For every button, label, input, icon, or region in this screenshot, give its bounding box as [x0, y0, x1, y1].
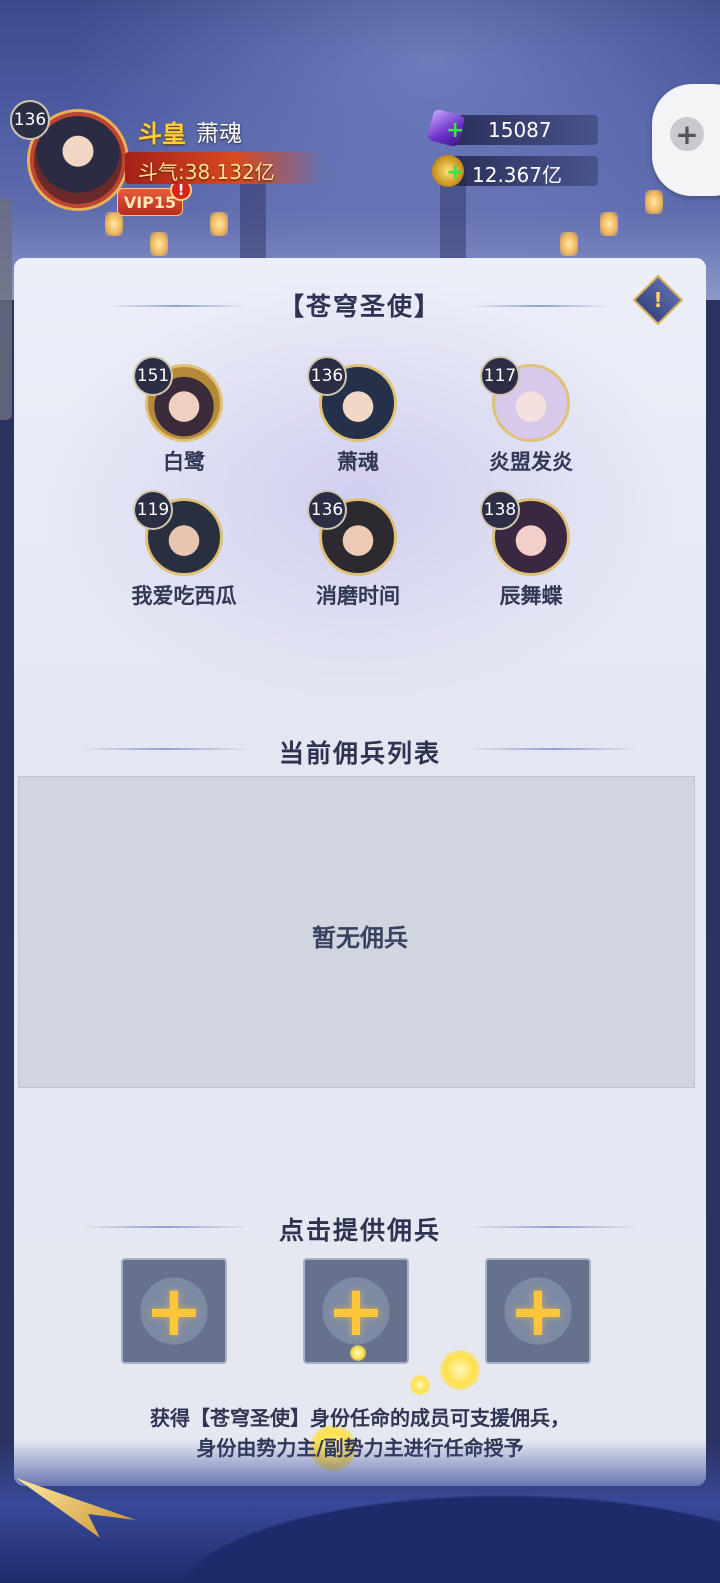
player-power: 斗气:38.132亿: [138, 160, 275, 184]
sparkle-effect: [440, 1350, 480, 1390]
player-name: 萧魂: [196, 121, 242, 147]
member-level-badge: 136: [307, 490, 347, 530]
add-gold-icon[interactable]: +: [446, 160, 464, 185]
player-level-badge: 136: [10, 100, 50, 140]
provide-slot-3[interactable]: +: [485, 1258, 591, 1364]
member-name: 萧魂: [337, 450, 379, 474]
plus-icon: +: [508, 1270, 568, 1352]
exclamation-diamond-icon: !: [653, 288, 663, 312]
provide-slot-1[interactable]: +: [121, 1258, 227, 1364]
member-level-badge: 138: [480, 490, 520, 530]
sparkle-effect: [410, 1375, 430, 1395]
member-name: 炎盟发炎: [489, 450, 573, 474]
member-name: 白鹭: [163, 450, 205, 474]
member-level-badge: 119: [133, 490, 173, 530]
mercenary-list-title: 当前佣兵列表: [278, 739, 441, 768]
player-rank: 斗皇: [138, 120, 186, 148]
provide-mercenary-title: 点击提供佣兵: [278, 1216, 441, 1245]
member-card[interactable]: 151 白鹭: [99, 356, 269, 486]
panel-title: 【苍穹圣使】: [278, 292, 441, 321]
member-card[interactable]: 119 我爱吃西瓜: [99, 490, 269, 620]
member-name: 消磨时间: [316, 584, 400, 608]
member-card[interactable]: 136 消磨时间: [273, 490, 443, 620]
member-card[interactable]: 117 炎盟发炎: [446, 356, 616, 486]
gold-count: 12.367亿: [472, 163, 562, 187]
gamepad-icon: +: [670, 117, 704, 151]
member-name: 我爱吃西瓜: [131, 584, 237, 608]
plus-icon: +: [144, 1270, 204, 1352]
add-gems-icon[interactable]: +: [446, 118, 464, 143]
gem-count: 15087: [488, 118, 552, 142]
footer-note-line1: 获得【苍穹圣使】身份任命的成员可支援佣兵，: [150, 1406, 570, 1430]
member-card[interactable]: 138 辰舞蝶: [446, 490, 616, 620]
empty-mercenary-text: 暂无佣兵: [312, 924, 408, 952]
sparkle-effect: [350, 1345, 366, 1361]
gamepad-float-button[interactable]: +: [652, 84, 720, 196]
member-level-badge: 136: [307, 356, 347, 396]
member-level-badge: 117: [480, 356, 520, 396]
member-name: 辰舞蝶: [499, 584, 563, 608]
member-level-badge: 151: [133, 356, 173, 396]
member-card[interactable]: 136 萧魂: [273, 356, 443, 486]
